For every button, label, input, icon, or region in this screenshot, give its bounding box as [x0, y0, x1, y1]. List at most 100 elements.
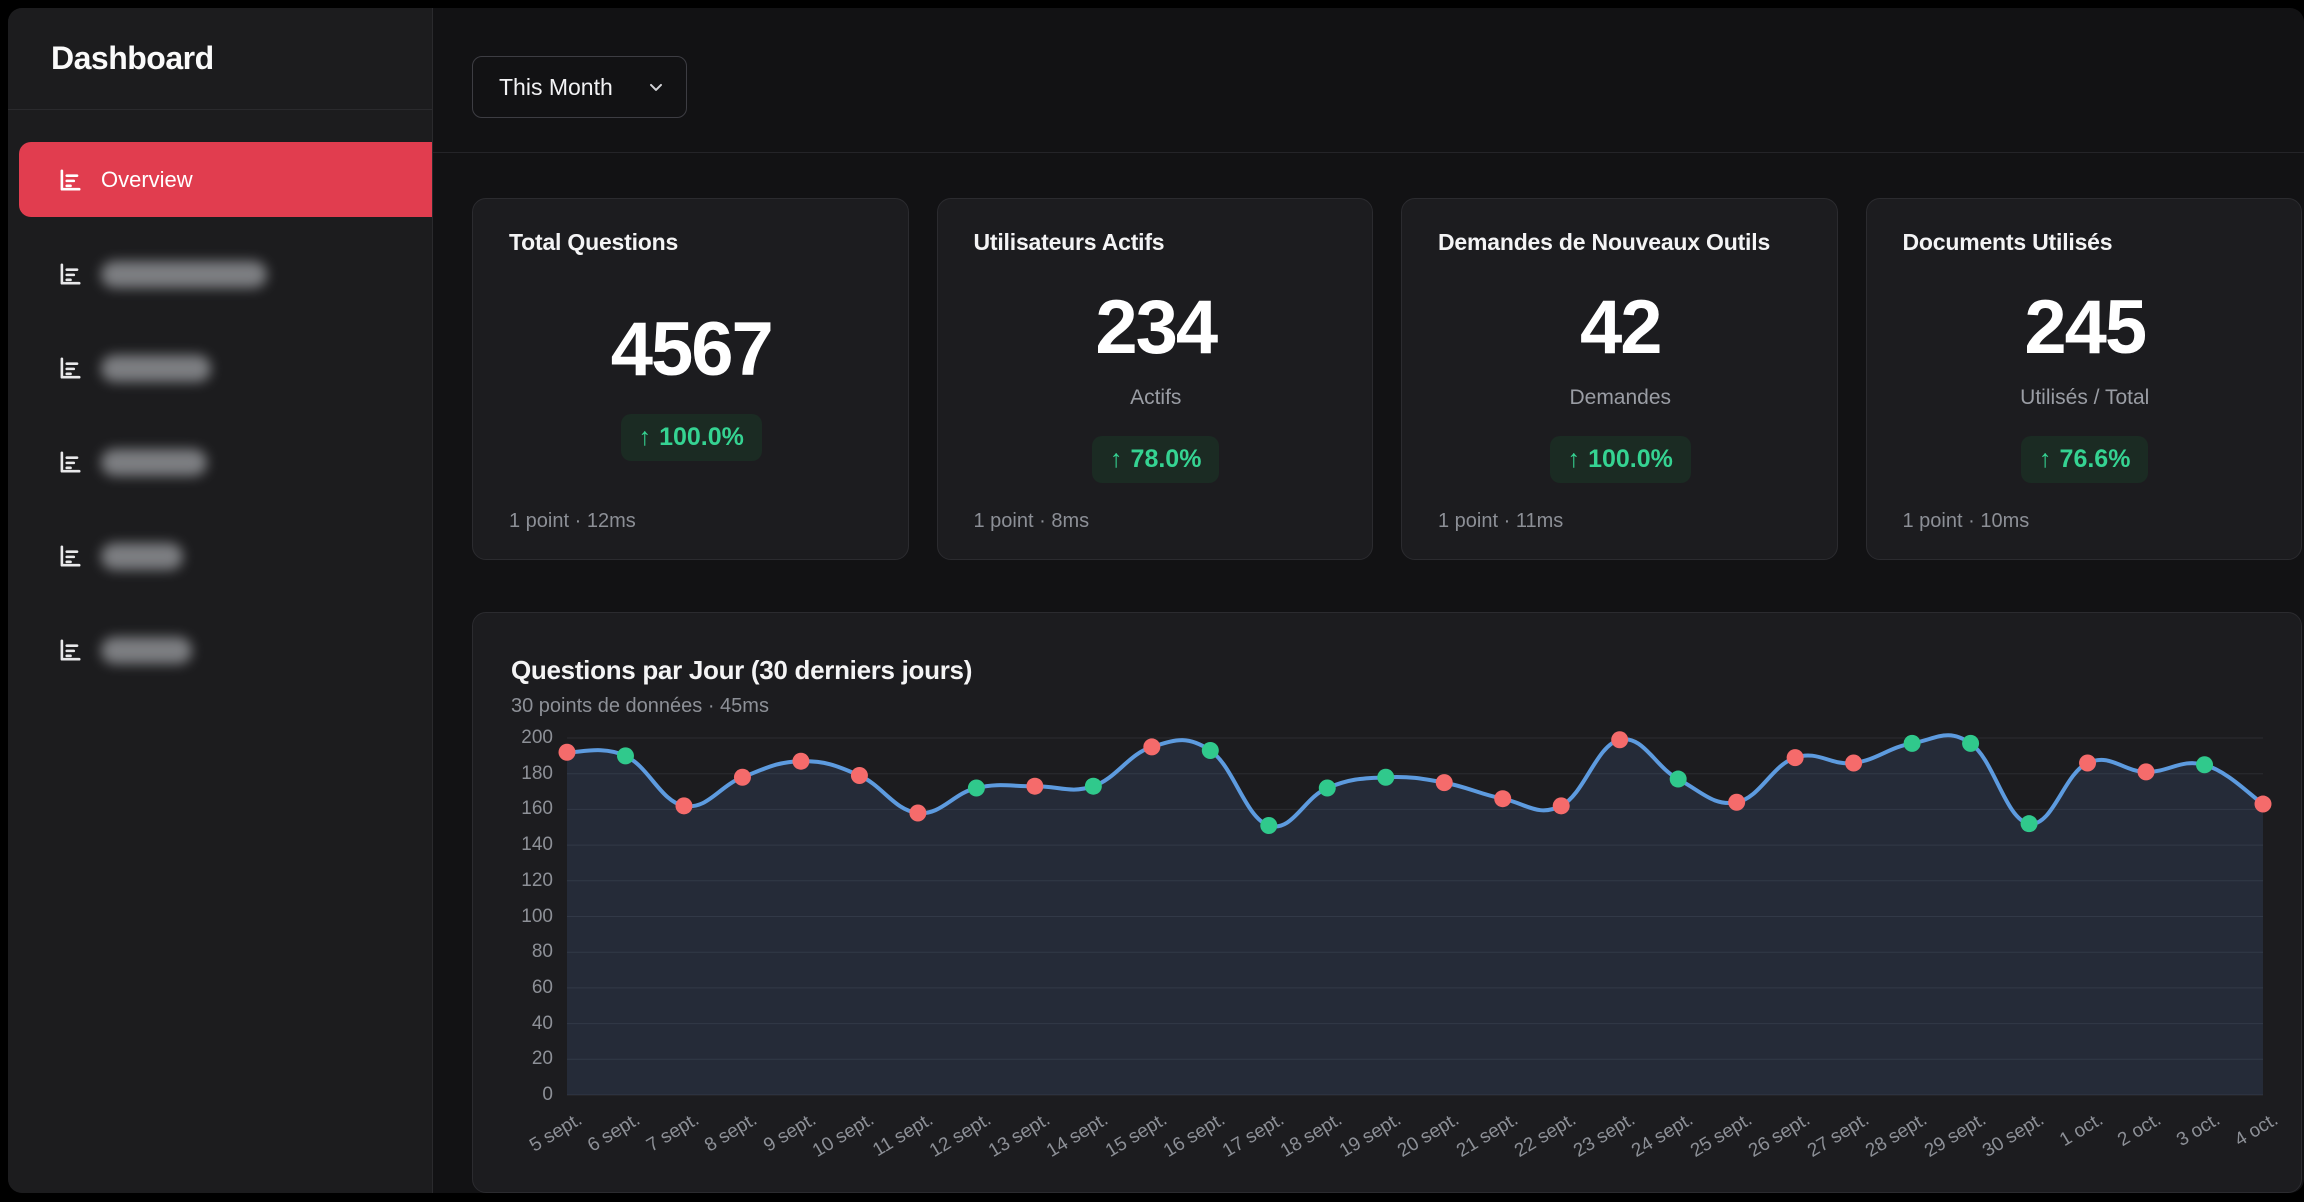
sidebar-item-redacted[interactable] [8, 227, 432, 321]
sidebar: Dashboard Overview [8, 8, 433, 1193]
x-axis-label: 9 sept. [760, 1109, 820, 1157]
x-axis-label: 13 sept. [985, 1109, 1054, 1163]
x-axis-label: 26 sept. [1745, 1109, 1814, 1163]
x-axis-label: 24 sept. [1628, 1109, 1697, 1163]
y-axis-label: 160 [501, 798, 553, 820]
x-axis-label: 1 oct. [2056, 1109, 2107, 1152]
trend-badge: ↑ 78.0% [1092, 436, 1219, 483]
chart-point [1202, 742, 1219, 759]
chart-point [2196, 756, 2213, 773]
chart-point [1553, 797, 1570, 814]
y-axis-label: 180 [501, 763, 553, 785]
chart-point [1962, 735, 1979, 752]
stat-card-meta: 1 point · 10ms [1903, 510, 2268, 533]
x-axis-label: 18 sept. [1277, 1109, 1346, 1163]
trend-badge: ↑ 76.6% [2021, 436, 2148, 483]
sidebar-item-overview[interactable]: Overview [19, 142, 432, 217]
chart-point [909, 804, 926, 821]
stat-card-title: Utilisateurs Actifs [974, 229, 1339, 256]
chart-subtitle: 30 points de données · 45ms [511, 693, 2301, 719]
x-axis-label: 12 sept. [926, 1109, 995, 1163]
chart-point [1728, 794, 1745, 811]
chart-point [2255, 796, 2272, 813]
chart-point [1143, 738, 1160, 755]
x-axis-label: 10 sept. [809, 1109, 878, 1163]
redacted-label [101, 261, 267, 288]
trend-badge: ↑ 100.0% [621, 414, 762, 461]
sidebar-redacted-items [8, 227, 432, 697]
stat-card-body: 4567 ↑ 100.0% [509, 256, 874, 510]
bar-chart-icon [57, 261, 83, 287]
y-axis-label: 0 [501, 1084, 553, 1106]
chevron-down-icon [646, 77, 666, 97]
stat-card-body: 245 Utilisés / Total ↑ 76.6% [1903, 256, 2268, 510]
sidebar-item-redacted[interactable] [8, 321, 432, 415]
x-axis-label: 4 oct. [2231, 1109, 2282, 1152]
chart-area [567, 735, 2263, 1095]
x-axis-label: 6 sept. [585, 1109, 645, 1157]
stat-card-title: Total Questions [509, 229, 874, 256]
period-select-value: This Month [499, 74, 613, 101]
line-chart: 5 sept.6 sept.7 sept.8 sept.9 sept.10 se… [567, 738, 2263, 1095]
y-axis-label: 80 [501, 941, 553, 963]
period-select[interactable]: This Month [472, 56, 687, 118]
chart-point [851, 767, 868, 784]
chart-point [1611, 731, 1628, 748]
x-axis-label: 14 sept. [1043, 1109, 1112, 1163]
chart-point [792, 753, 809, 770]
trend-badge: ↑ 100.0% [1550, 436, 1691, 483]
stat-card-subtitle: Utilisés / Total [2020, 386, 2149, 410]
y-axis-label: 140 [501, 834, 553, 856]
x-axis-label: 29 sept. [1921, 1109, 1990, 1163]
y-axis-label: 200 [501, 727, 553, 749]
chart-point [1260, 817, 1277, 834]
y-axis-label: 100 [501, 906, 553, 928]
up-arrow-icon: ↑ [639, 423, 652, 452]
sidebar-item-label: Overview [101, 167, 193, 193]
x-axis-label: 17 sept. [1219, 1109, 1288, 1163]
chart-point [675, 797, 692, 814]
chart-point [617, 747, 634, 764]
x-axis-label: 2 oct. [2114, 1109, 2165, 1152]
x-axis-label: 21 sept. [1453, 1109, 1522, 1163]
x-axis-label: 16 sept. [1160, 1109, 1229, 1163]
stat-card: Utilisateurs Actifs 234 Actifs ↑ 78.0% 1… [937, 198, 1374, 560]
x-axis-label: 25 sept. [1687, 1109, 1756, 1163]
chart-point [1787, 749, 1804, 766]
stat-card: Demandes de Nouveaux Outils 42 Demandes … [1401, 198, 1838, 560]
stat-card-value: 4567 [611, 312, 772, 388]
chart-point [1377, 769, 1394, 786]
dashboard-content: Total Questions 4567 ↑ 100.0% 1 point · … [433, 153, 2304, 1193]
app-title: Dashboard [51, 40, 432, 77]
redacted-label [101, 449, 207, 476]
stat-card-value: 234 [1095, 290, 1216, 366]
up-arrow-icon: ↑ [1568, 445, 1581, 474]
stat-card-subtitle: Demandes [1569, 386, 1671, 410]
stat-card-body: 42 Demandes ↑ 100.0% [1438, 256, 1803, 510]
sidebar-item-redacted[interactable] [8, 415, 432, 509]
line-chart-canvas [567, 738, 2263, 1095]
x-axis-label: 15 sept. [1102, 1109, 1171, 1163]
x-axis-label: 3 oct. [2173, 1109, 2224, 1152]
x-axis-label: 7 sept. [643, 1109, 703, 1157]
stat-card: Total Questions 4567 ↑ 100.0% 1 point · … [472, 198, 909, 560]
chart-point [2021, 815, 2038, 832]
bar-chart-icon [57, 637, 83, 663]
stat-card-meta: 1 point · 11ms [1438, 510, 1803, 533]
y-axis-label: 20 [501, 1048, 553, 1070]
stat-card-title: Demandes de Nouveaux Outils [1438, 229, 1803, 256]
bar-chart-icon [57, 167, 83, 193]
stat-card-body: 234 Actifs ↑ 78.0% [974, 256, 1339, 510]
chart-point [2138, 763, 2155, 780]
stat-card-meta: 1 point · 12ms [509, 510, 874, 533]
up-arrow-icon: ↑ [1110, 445, 1123, 474]
sidebar-item-redacted[interactable] [8, 603, 432, 697]
chart-point [1845, 754, 1862, 771]
stat-card-subtitle: Actifs [1130, 386, 1181, 410]
sidebar-item-redacted[interactable] [8, 509, 432, 603]
chart-point [1026, 778, 1043, 795]
x-axis-label: 20 sept. [1394, 1109, 1463, 1163]
y-axis-label: 120 [501, 870, 553, 892]
redacted-label [101, 637, 192, 664]
chart-point [1319, 779, 1336, 796]
